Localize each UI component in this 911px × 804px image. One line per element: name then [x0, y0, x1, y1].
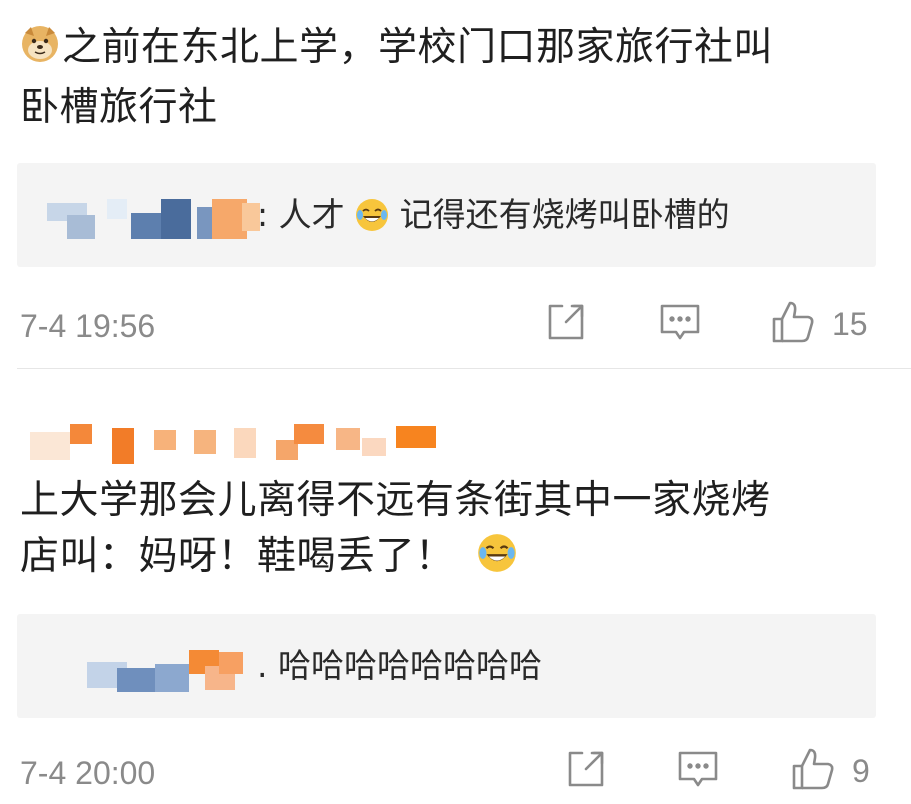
timestamp: 7-4 19:56: [20, 308, 156, 344]
comment-card: 上大学那会儿离得不远有条街其中一家烧烤 店叫：妈呀！鞋喝丢了！ . 哈哈哈哈哈哈…: [0, 369, 911, 804]
comment-line: 店叫：妈呀！鞋喝丢了！: [20, 529, 881, 589]
laugh-cry-emoji: [477, 533, 517, 589]
like-button[interactable]: 15: [770, 296, 868, 352]
comment-meta-row: 7-4 20:00 9: [0, 743, 911, 803]
share-button[interactable]: [564, 743, 608, 799]
reply-suffix: 记得还有烧烤叫卧槽的: [389, 195, 730, 234]
comment-card: 之前在东北上学，学校门口那家旅行社叫 卧槽旅行社 : 人才 记得还有烧烤叫卧槽的…: [0, 0, 911, 370]
comment-icon: [658, 300, 702, 348]
comment-author-name-blurred[interactable]: [30, 424, 450, 468]
comment-text-line2: 店叫：妈呀！鞋喝丢了！: [20, 534, 455, 579]
comment-button[interactable]: [676, 743, 720, 799]
comment-body: 之前在东北上学，学校门口那家旅行社叫 卧槽旅行社: [20, 20, 881, 136]
thumbs-up-icon: [790, 746, 836, 796]
share-button[interactable]: [544, 296, 588, 352]
share-icon: [544, 300, 588, 348]
like-count: 15: [832, 306, 868, 342]
comment-line: 之前在东北上学，学校门口那家旅行社叫: [20, 20, 881, 80]
comment-meta-row: 7-4 19:56 15: [0, 296, 911, 356]
comment-text-line1: 上大学那会儿离得不远有条街其中一家烧烤: [20, 478, 771, 523]
comment-body: 上大学那会儿离得不远有条街其中一家烧烤 店叫：妈呀！鞋喝丢了！: [20, 473, 881, 589]
reply-author-name-blurred[interactable]: [47, 650, 267, 692]
reply-author-name-blurred[interactable]: [47, 199, 267, 239]
doge-emoji: [20, 24, 60, 80]
comment-feed: 之前在东北上学，学校门口那家旅行社叫 卧槽旅行社 : 人才 记得还有烧烤叫卧槽的…: [0, 0, 911, 804]
reply-box[interactable]: : 人才 记得还有烧烤叫卧槽的: [17, 163, 876, 267]
reply-box[interactable]: . 哈哈哈哈哈哈哈哈: [17, 614, 876, 718]
thumbs-up-icon: [770, 299, 816, 349]
like-button[interactable]: 9: [790, 743, 870, 799]
reply-prefix: : 人才: [257, 195, 345, 234]
laugh-cry-emoji: [355, 198, 389, 243]
timestamp: 7-4 20:00: [20, 755, 156, 791]
comment-text-line2: 卧槽旅行社: [20, 85, 218, 130]
like-count: 9: [852, 753, 870, 789]
reply-text: : 人才 记得还有烧烤叫卧槽的: [257, 193, 730, 243]
comment-button[interactable]: [658, 296, 702, 352]
reply-text: . 哈哈哈哈哈哈哈哈: [257, 646, 542, 685]
comment-icon: [676, 747, 720, 795]
comment-text-line1: 之前在东北上学，学校门口那家旅行社叫: [62, 25, 774, 70]
share-icon: [564, 747, 608, 795]
